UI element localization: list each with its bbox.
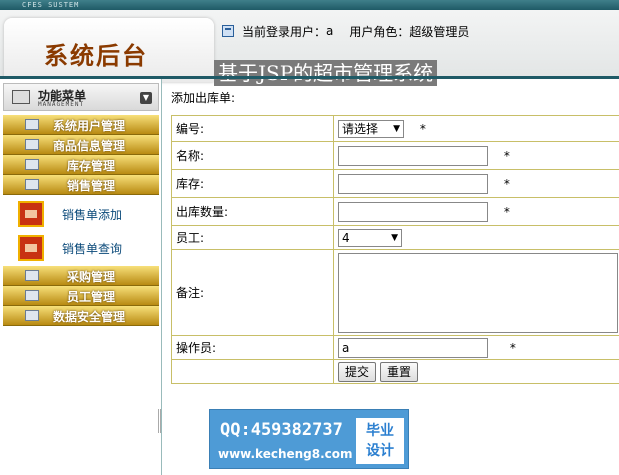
watermark-qq: QQ:459382737: [220, 420, 343, 440]
required-mark: *: [503, 176, 510, 191]
field-label: 编号:: [171, 115, 334, 142]
sidebar-resize-handle[interactable]: [158, 409, 161, 433]
required-mark: *: [509, 340, 516, 355]
sub-item-sales-add[interactable]: 销售单添加: [18, 199, 122, 229]
required-mark: *: [503, 148, 510, 163]
code-select[interactable]: 请选择 ▼: [338, 119, 404, 138]
current-user-value: a: [326, 24, 334, 38]
role-label: 用户角色：: [349, 24, 410, 39]
field-label: 备注:: [171, 249, 334, 336]
employee-select[interactable]: 4 ▼: [338, 228, 402, 247]
watermark-banner: QQ:459382737 www.kecheng8.com 毕业 设计: [209, 409, 409, 469]
field-label: 操作员:: [171, 335, 334, 360]
reset-button[interactable]: 重置: [380, 361, 419, 382]
watermark-site: www.kecheng8.com: [218, 447, 353, 461]
remark-textarea[interactable]: [338, 252, 618, 333]
watermark-badge: 毕业 设计: [356, 418, 404, 464]
menu-item-icon: [25, 139, 39, 150]
form-row-employee: 员工: 4 ▼: [171, 225, 619, 250]
menu-item-icon: [25, 119, 39, 130]
sidebar-item-purchase[interactable]: 采购管理: [3, 266, 159, 286]
menu-computer-icon: [12, 90, 30, 104]
form-row-out-qty: 出库数量: *: [171, 197, 619, 226]
header: 系统后台 当前登录用户： a 用户角色： 超级管理员 基于JSP的超市管理系统: [0, 10, 619, 86]
sales-form-icon: [18, 201, 44, 227]
menu-header: 功能菜单 MANAGEMENT ▼: [3, 83, 159, 111]
user-card-icon: [222, 25, 234, 37]
sidebar-item-label: 员工管理: [67, 290, 116, 304]
sub-item-label: 销售单查询: [62, 241, 123, 256]
out-quantity-input[interactable]: [338, 201, 488, 222]
sidebar-item-sales[interactable]: 销售管理: [3, 175, 159, 195]
operator-input[interactable]: [338, 337, 488, 358]
sidebar-item-inventory[interactable]: 库存管理: [3, 155, 159, 175]
sidebar: 功能菜单 MANAGEMENT ▼ 系统用户管理 商品信息管理 库存管理 销售管…: [0, 79, 162, 475]
sidebar-item-label: 销售管理: [67, 179, 116, 193]
sub-item-sales-query[interactable]: 销售单查询: [18, 233, 122, 263]
sidebar-item-data-security[interactable]: 数据安全管理: [3, 306, 159, 326]
form-row-name: 名称: *: [171, 141, 619, 170]
menu-item-icon: [25, 310, 39, 321]
field-label: 出库数量:: [171, 197, 334, 226]
field-label: 库存:: [171, 169, 334, 198]
logo-text: 系统后台: [44, 41, 148, 70]
name-input[interactable]: [338, 145, 488, 166]
menu-item-icon: [25, 159, 39, 170]
required-mark: *: [419, 122, 426, 136]
sub-item-label: 销售单添加: [62, 207, 123, 222]
sidebar-item-employees[interactable]: 员工管理: [3, 286, 159, 306]
form-row-remark: 备注:: [171, 249, 619, 336]
stock-input[interactable]: [338, 173, 488, 194]
chevron-down-icon: ▼: [391, 232, 398, 243]
submit-button[interactable]: 提交: [338, 361, 377, 382]
chevron-down-icon: ▼: [393, 123, 400, 134]
menu-item-icon: [25, 270, 39, 281]
sidebar-item-label: 库存管理: [67, 159, 116, 173]
sidebar-item-product-info[interactable]: 商品信息管理: [3, 135, 159, 155]
brand-small-text: CFES SUSTEM: [22, 1, 80, 9]
menu-item-icon: [25, 179, 39, 190]
sidebar-item-label: 采购管理: [67, 270, 116, 284]
user-info: 当前登录用户： a 用户角色： 超级管理员: [222, 22, 469, 40]
form-row-actions: 提交 重置: [171, 359, 619, 384]
form-row-operator: 操作员: *: [171, 335, 619, 360]
top-bar: CFES SUSTEM: [0, 0, 619, 10]
sidebar-item-label: 系统用户管理: [53, 119, 126, 133]
menu-collapse-icon[interactable]: ▼: [140, 92, 152, 104]
form-row-stock: 库存: *: [171, 169, 619, 198]
current-user-label: 当前登录用户：: [242, 24, 327, 39]
page-title: 添加出库单:: [171, 91, 236, 105]
sidebar-item-label: 数据安全管理: [53, 310, 126, 324]
sidebar-item-label: 商品信息管理: [53, 139, 126, 153]
menu-item-icon: [25, 290, 39, 301]
required-mark: *: [503, 204, 510, 219]
sales-form-icon: [18, 235, 44, 261]
form-row-code: 编号: 请选择 ▼ *: [171, 115, 619, 142]
role-value: 超级管理员: [409, 24, 470, 39]
menu-subtitle: MANAGEMENT: [38, 101, 85, 108]
sidebar-item-system-users[interactable]: 系统用户管理: [3, 115, 159, 135]
field-label: 名称:: [171, 141, 334, 170]
outbound-form: 编号: 请选择 ▼ * 名称: * 库存: * 出库数量: * 员工: 4 ▼ …: [171, 115, 619, 384]
field-label: 员工:: [171, 225, 334, 250]
logo-tab: 系统后台: [4, 18, 214, 82]
